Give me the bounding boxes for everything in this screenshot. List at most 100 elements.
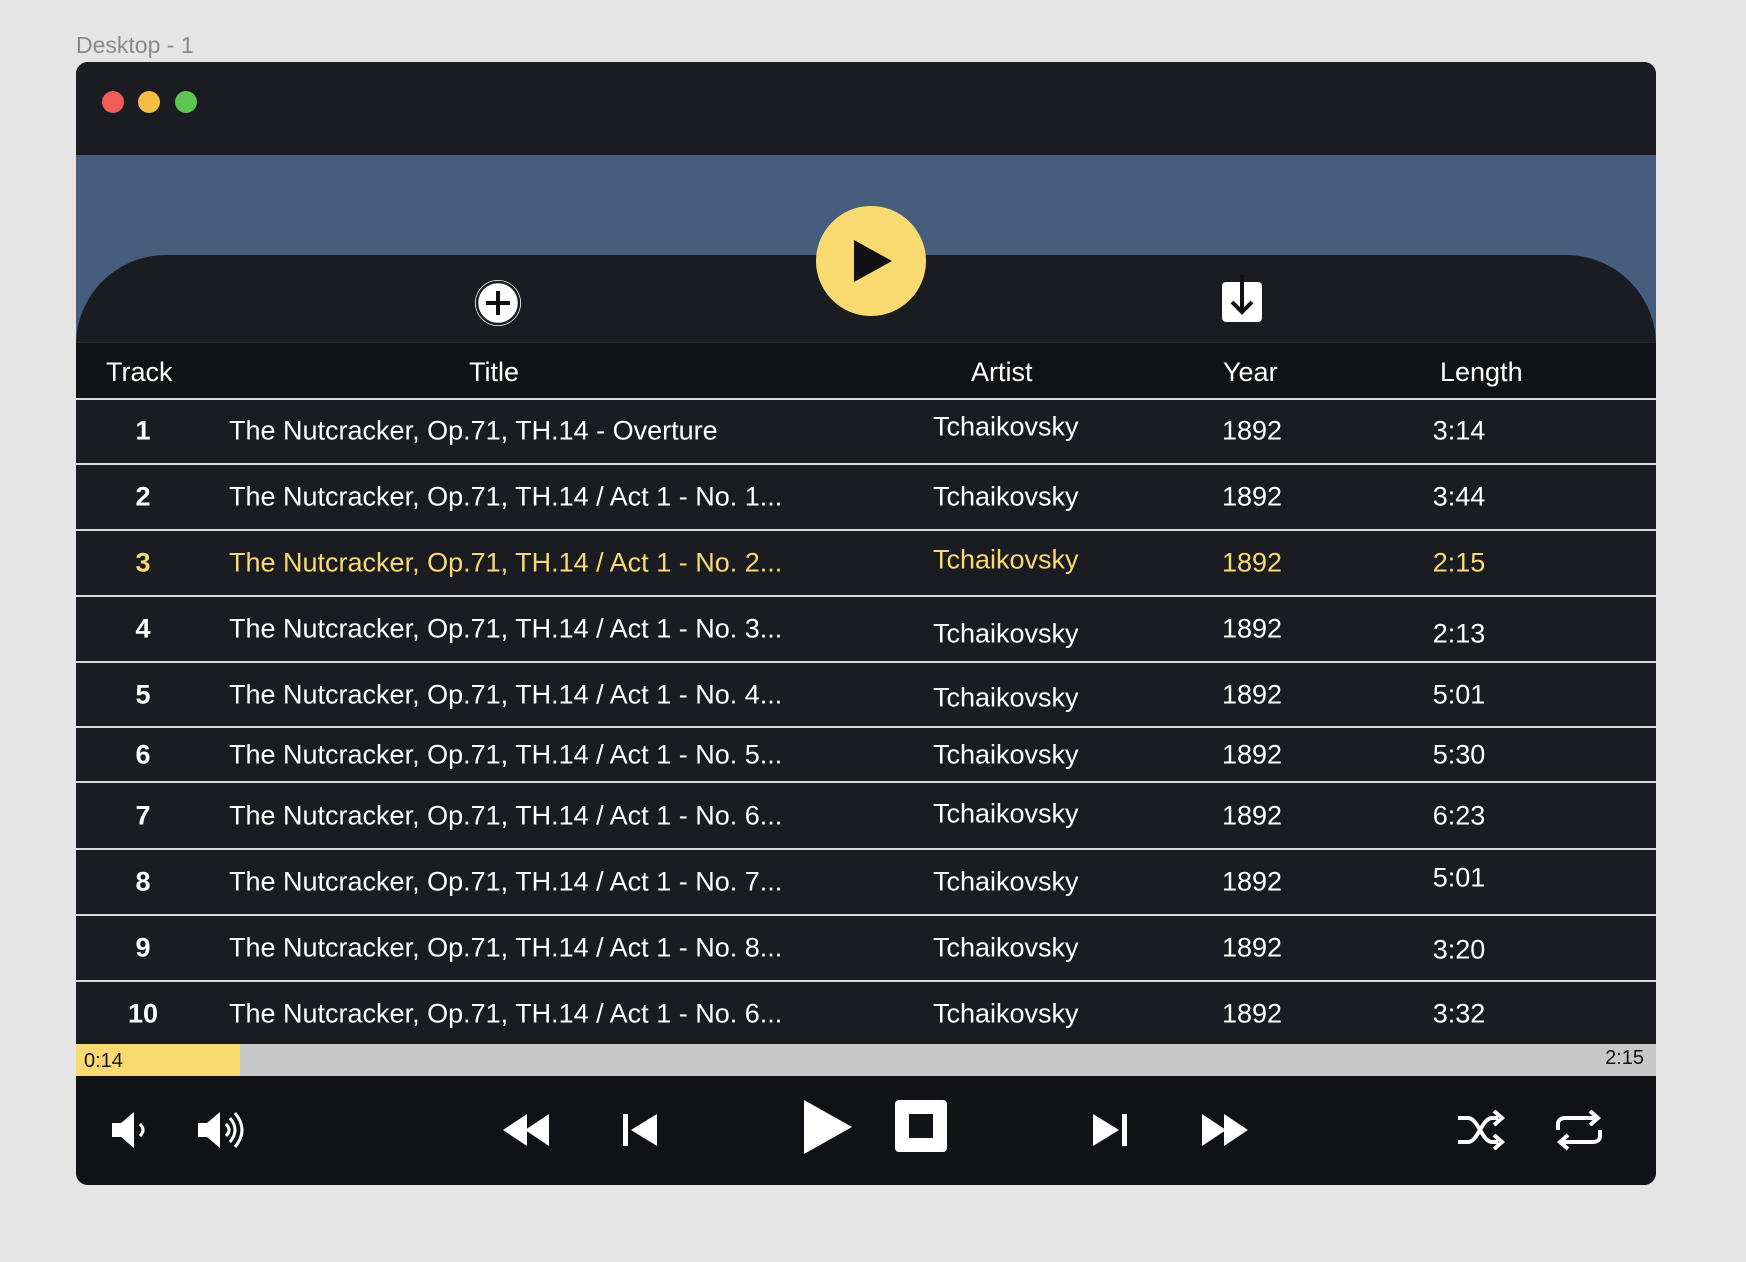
track-year: 1892 bbox=[1222, 998, 1283, 1028]
track-title: The Nutcracker, Op.71, TH.14 - Overture bbox=[229, 415, 718, 446]
stop-button[interactable] bbox=[893, 1098, 949, 1154]
playback-controls bbox=[76, 1076, 1656, 1185]
track-year: 1892 bbox=[1222, 547, 1283, 578]
fast-forward-button[interactable] bbox=[1198, 1110, 1250, 1150]
table-row[interactable]: 6 The Nutcracker, Op.71, TH.14 / Act 1 -… bbox=[76, 728, 1656, 783]
table-row[interactable]: 10 The Nutcracker, Op.71, TH.14 / Act 1 … bbox=[76, 982, 1656, 1045]
track-artist: Tchaikovsky bbox=[933, 618, 1079, 649]
table-row-active[interactable]: 3 The Nutcracker, Op.71, TH.14 / Act 1 -… bbox=[76, 531, 1656, 597]
download-icon bbox=[1222, 275, 1262, 322]
maximize-window-button[interactable] bbox=[175, 91, 197, 113]
minimize-window-button[interactable] bbox=[138, 91, 160, 113]
volume-up-button[interactable] bbox=[196, 1108, 248, 1152]
current-time: 0:14 bbox=[84, 1050, 123, 1072]
track-year: 1892 bbox=[1222, 866, 1283, 897]
rewind-icon bbox=[503, 1114, 549, 1146]
big-play-button[interactable] bbox=[816, 206, 926, 316]
track-year: 1892 bbox=[1222, 739, 1283, 769]
track-title: The Nutcracker, Op.71, TH.14 / Act 1 - N… bbox=[229, 679, 783, 709]
track-length: 2:13 bbox=[1432, 618, 1486, 649]
track-year: 1892 bbox=[1222, 679, 1283, 709]
track-artist: Tchaikovsky bbox=[933, 798, 1079, 828]
column-header-year[interactable]: Year bbox=[1223, 357, 1278, 388]
volume-down-button[interactable] bbox=[110, 1108, 154, 1152]
volume-high-icon bbox=[198, 1112, 244, 1148]
skip-back-icon bbox=[623, 1114, 657, 1146]
music-player-window: Track Title Artist Year Length 1 The Nut… bbox=[76, 62, 1656, 1185]
track-length: 3:44 bbox=[1432, 481, 1486, 512]
track-number: 3 bbox=[135, 547, 151, 578]
track-title: The Nutcracker, Op.71, TH.14 / Act 1 - N… bbox=[229, 613, 783, 644]
column-header-length[interactable]: Length bbox=[1440, 357, 1523, 388]
play-icon bbox=[854, 240, 892, 282]
track-number: 1 bbox=[135, 415, 151, 446]
track-number: 5 bbox=[135, 679, 151, 709]
track-title: The Nutcracker, Op.71, TH.14 / Act 1 - N… bbox=[229, 800, 783, 830]
track-length: 2:15 bbox=[1432, 547, 1486, 578]
skip-forward-icon bbox=[1093, 1114, 1127, 1146]
volume-low-icon bbox=[112, 1112, 145, 1148]
track-number: 10 bbox=[127, 998, 159, 1028]
track-year: 1892 bbox=[1222, 932, 1283, 963]
fast-forward-icon bbox=[1202, 1114, 1248, 1146]
play-button[interactable] bbox=[800, 1098, 856, 1156]
track-title: The Nutcracker, Op.71, TH.14 / Act 1 - N… bbox=[229, 739, 783, 769]
track-artist: Tchaikovsky bbox=[933, 411, 1079, 442]
table-row[interactable]: 8 The Nutcracker, Op.71, TH.14 / Act 1 -… bbox=[76, 850, 1656, 916]
previous-track-button[interactable] bbox=[621, 1110, 661, 1150]
track-year: 1892 bbox=[1222, 415, 1283, 446]
track-title: The Nutcracker, Op.71, TH.14 / Act 1 - N… bbox=[229, 547, 783, 578]
track-title: The Nutcracker, Op.71, TH.14 / Act 1 - N… bbox=[229, 866, 783, 897]
total-time: 2:15 bbox=[1605, 1047, 1644, 1069]
track-number: 6 bbox=[135, 739, 151, 769]
shuffle-icon bbox=[1458, 1109, 1506, 1151]
table-row[interactable]: 4 The Nutcracker, Op.71, TH.14 / Act 1 -… bbox=[76, 597, 1656, 663]
plus-circle-icon bbox=[475, 280, 521, 326]
track-number: 9 bbox=[135, 932, 151, 963]
track-year: 1892 bbox=[1222, 800, 1283, 830]
table-row[interactable]: 7 The Nutcracker, Op.71, TH.14 / Act 1 -… bbox=[76, 783, 1656, 850]
table-row[interactable]: 1 The Nutcracker, Op.71, TH.14 - Overtur… bbox=[76, 399, 1656, 465]
download-button[interactable] bbox=[1221, 275, 1263, 323]
track-number: 7 bbox=[135, 800, 151, 830]
column-header-artist[interactable]: Artist bbox=[971, 357, 1033, 388]
track-artist: Tchaikovsky bbox=[933, 998, 1079, 1028]
track-artist: Tchaikovsky bbox=[933, 481, 1079, 512]
track-length: 3:20 bbox=[1432, 934, 1486, 965]
next-track-button[interactable] bbox=[1089, 1110, 1129, 1150]
repeat-button[interactable] bbox=[1554, 1108, 1604, 1152]
track-title: The Nutcracker, Op.71, TH.14 / Act 1 - N… bbox=[229, 998, 783, 1028]
track-length: 5:01 bbox=[1432, 862, 1486, 893]
progress-bar[interactable]: 0:14 2:15 bbox=[76, 1044, 1656, 1076]
table-row[interactable]: 2 The Nutcracker, Op.71, TH.14 / Act 1 -… bbox=[76, 465, 1656, 531]
rewind-button[interactable] bbox=[501, 1110, 553, 1150]
track-artist: Tchaikovsky bbox=[933, 682, 1079, 712]
repeat-icon bbox=[1556, 1109, 1602, 1151]
column-header-title[interactable]: Title bbox=[469, 357, 519, 388]
table-row[interactable]: 9 The Nutcracker, Op.71, TH.14 / Act 1 -… bbox=[76, 916, 1656, 982]
table-row[interactable]: 5 The Nutcracker, Op.71, TH.14 / Act 1 -… bbox=[76, 663, 1656, 728]
title-bar bbox=[76, 62, 1656, 155]
stop-icon bbox=[895, 1100, 947, 1152]
track-length: 5:30 bbox=[1432, 739, 1486, 769]
track-title: The Nutcracker, Op.71, TH.14 / Act 1 - N… bbox=[229, 481, 783, 512]
track-length: 5:01 bbox=[1432, 679, 1486, 709]
track-length: 3:32 bbox=[1432, 998, 1486, 1028]
play-icon bbox=[804, 1100, 852, 1154]
track-length: 3:14 bbox=[1432, 415, 1486, 446]
track-year: 1892 bbox=[1222, 481, 1283, 512]
track-number: 4 bbox=[135, 613, 151, 644]
track-list: 1 The Nutcracker, Op.71, TH.14 - Overtur… bbox=[76, 399, 1656, 1045]
track-artist: Tchaikovsky bbox=[933, 544, 1079, 575]
track-number: 2 bbox=[135, 481, 151, 512]
add-to-playlist-button[interactable] bbox=[475, 280, 521, 326]
close-window-button[interactable] bbox=[102, 91, 124, 113]
track-number: 8 bbox=[135, 866, 151, 897]
table-header: Track Title Artist Year Length bbox=[76, 342, 1656, 400]
track-artist: Tchaikovsky bbox=[933, 932, 1079, 963]
track-year: 1892 bbox=[1222, 613, 1283, 644]
frame-label: Desktop - 1 bbox=[76, 32, 194, 58]
shuffle-button[interactable] bbox=[1456, 1108, 1506, 1152]
track-artist: Tchaikovsky bbox=[933, 866, 1079, 897]
column-header-track[interactable]: Track bbox=[106, 357, 173, 388]
